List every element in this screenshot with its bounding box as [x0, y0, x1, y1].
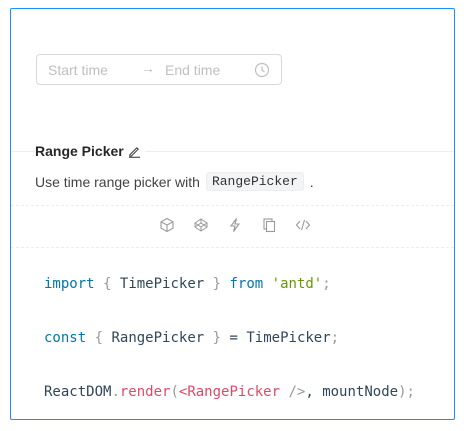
demo-title: Range Picker [35, 143, 145, 159]
code-line: ReactDOM.render(<RangePicker />, mountNo… [44, 384, 415, 400]
code-actions [159, 217, 311, 233]
end-time-input[interactable]: End time [165, 62, 220, 78]
codesandbox-icon[interactable] [159, 217, 175, 233]
time-range-picker[interactable]: Start time → End time [36, 54, 282, 85]
code-line: const { RangePicker } = TimePicker; [44, 330, 340, 346]
code-block: import { TimePicker } from 'antd'; const… [44, 271, 415, 406]
riddle-icon[interactable] [227, 217, 243, 233]
desc-period: . [309, 173, 314, 190]
range-separator: → [141, 60, 155, 76]
clock-icon [254, 62, 270, 78]
edit-icon[interactable] [128, 145, 141, 158]
demo-description: Use time range picker with RangePicker . [35, 172, 314, 191]
code-box-card: Start time → End time Range Picker Use t… [10, 8, 455, 420]
copy-icon[interactable] [261, 217, 277, 233]
start-time-input[interactable]: Start time [48, 62, 108, 78]
codepen-icon[interactable] [193, 217, 209, 233]
code-line: import { TimePicker } from 'antd'; [44, 276, 331, 292]
desc-text: Use time range picker with [35, 173, 200, 190]
demo-title-text: Range Picker [35, 143, 124, 159]
expand-code-icon[interactable] [295, 217, 311, 233]
actions-top-divider [11, 205, 454, 206]
desc-code: RangePicker [205, 172, 304, 191]
actions-bottom-divider [11, 247, 454, 248]
